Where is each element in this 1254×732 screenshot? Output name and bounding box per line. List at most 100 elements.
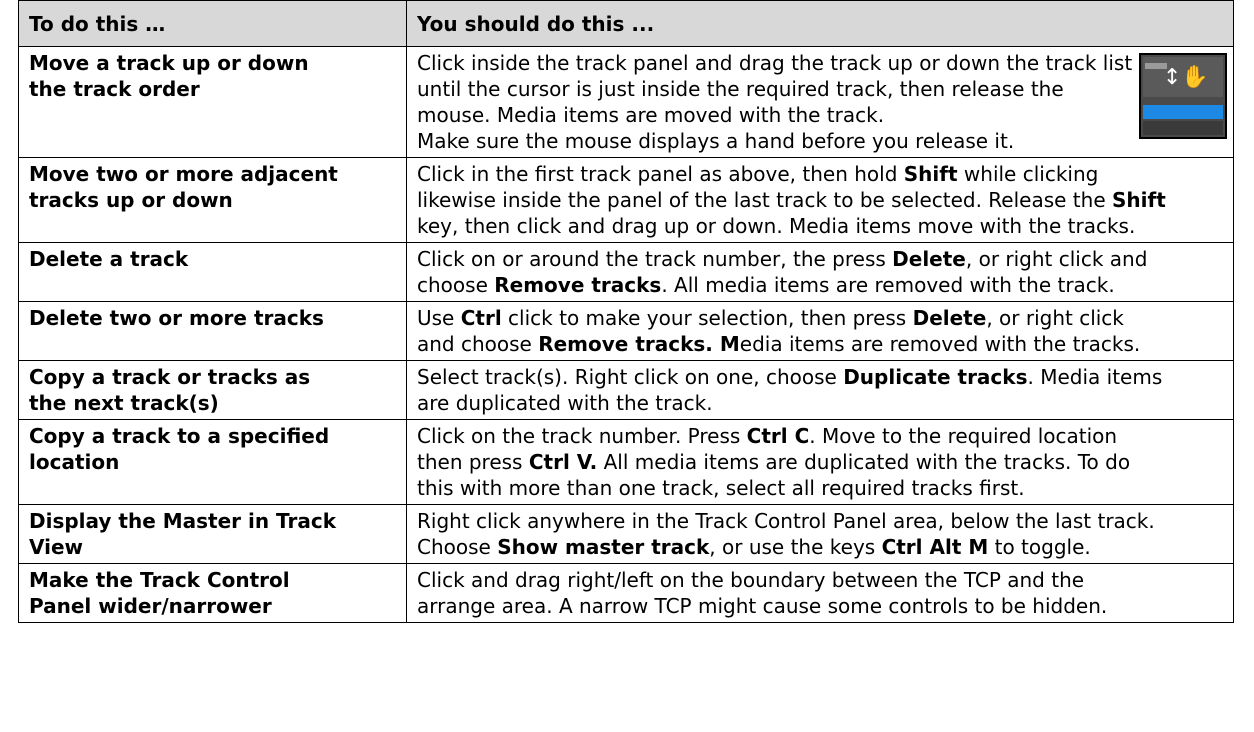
instruction-text: Make sure the mouse displays a hand befo… [417, 129, 1015, 153]
instruction-line: then press Ctrl V. All media items are d… [417, 449, 1227, 475]
instruction-text: Right click anywhere in the Track Contro… [417, 509, 1155, 533]
table-row: Display the Master in Track View Right cli… [18, 504, 1234, 564]
instruction-line: Click on the track number. Press Ctrl C.… [417, 423, 1227, 449]
instruction-keyword: Ctrl Alt M [881, 535, 989, 559]
instruction-line: and choose Remove tracks. Media items ar… [417, 331, 1227, 357]
instruction-line: choose Remove tracks. All media items ar… [417, 272, 1227, 298]
table-row: Copy a track or tracks as the next track(… [18, 360, 1234, 420]
instruction-text: this with more than one track, select al… [417, 476, 1025, 500]
task-text: the next track(s) [29, 391, 219, 415]
task-cell: Make the Track Control Panel wider/narrow… [18, 563, 407, 623]
instruction-text: Click on the track number. Press [417, 424, 747, 448]
instruction-line: Click on or around the track number, the… [417, 246, 1227, 272]
header-col-task: To do this … [18, 0, 407, 47]
instruction-text: Use [417, 306, 461, 330]
instruction-text: Choose [417, 535, 498, 559]
instruction-text: are duplicated with the track. [417, 391, 713, 415]
instruction-cell: Right click anywhere in the Track Contro… [406, 504, 1234, 564]
instruction-text: until the cursor is just inside the requ… [417, 77, 1064, 101]
instruction-text: All media items are duplicated with the … [597, 450, 1131, 474]
instruction-text: Click inside the track panel and drag th… [417, 51, 1133, 75]
instruction-line: this with more than one track, select al… [417, 475, 1227, 501]
instruction-text: edia items are removed with the tracks. [739, 332, 1141, 356]
instruction-line: are duplicated with the track. [417, 390, 1227, 416]
instruction-cell: Click on the track number. Press Ctrl C.… [406, 419, 1234, 505]
instruction-text: likewise inside the panel of the last tr… [417, 188, 1112, 212]
instruction-keyword: Show master track [497, 535, 710, 559]
instruction-keyword: Ctrl C [746, 424, 810, 448]
instruction-text: . Media items [1027, 365, 1163, 389]
instruction-cell: Click and drag right/left on the boundar… [406, 563, 1234, 623]
instruction-line: Click inside the track panel and drag th… [417, 50, 1227, 76]
instruction-cell: Use Ctrl click to make your selection, t… [406, 301, 1234, 361]
instruction-text: Select track(s). Right click on one, cho… [417, 365, 844, 389]
instruction-line: key, then click and drag up or down. Med… [417, 213, 1227, 239]
instruction-line: Choose Show master track, or use the key… [417, 534, 1227, 560]
instruction-keyword: Shift [1112, 188, 1166, 212]
instruction-keyword: Ctrl V. [528, 450, 598, 474]
selected-track-thumb [1143, 105, 1223, 119]
instruction-cell: Click in the first track panel as above,… [406, 157, 1234, 243]
instruction-keyword: Delete [912, 306, 987, 330]
track-row-thumb [1143, 121, 1223, 135]
task-cell: Copy a track to a specified location [18, 419, 407, 505]
task-text: Copy a track to a specified [29, 424, 330, 448]
instruction-line: likewise inside the panel of the last tr… [417, 187, 1227, 213]
instruction-text: while clicking [957, 162, 1099, 186]
task-text: Move two or more adjacent [29, 162, 338, 186]
instruction-keyword: Shift [903, 162, 958, 186]
header-col-instructions: You should do this ... [406, 0, 1234, 47]
instruction-line: arrange area. A narrow TCP might cause s… [417, 593, 1227, 619]
instruction-text: click to make your selection, then press [501, 306, 913, 330]
task-cell: Move a track up or down the track order [18, 46, 407, 158]
task-cell: Move two or more adjacent tracks up or do… [18, 157, 407, 243]
task-text: Make the Track Control [29, 568, 290, 592]
instruction-text: . All media items are removed with the t… [661, 273, 1115, 297]
instruction-line: Select track(s). Right click on one, cho… [417, 364, 1227, 390]
hand-move-cursor-icon: ↕✋ [1139, 53, 1227, 139]
task-text: tracks up or down [29, 188, 233, 212]
instruction-text: choose [417, 273, 495, 297]
instruction-line: Click and drag right/left on the boundar… [417, 567, 1227, 593]
instruction-text: , or right click [986, 306, 1124, 330]
task-cell: Delete a track [18, 242, 407, 302]
instruction-text: Click in the first track panel as above,… [417, 162, 904, 186]
task-text: the track order [29, 77, 200, 101]
instruction-text: . Move to the required location [809, 424, 1118, 448]
instruction-keyword: Remove tracks [494, 273, 662, 297]
instruction-keyword: Ctrl [460, 306, 502, 330]
task-cell: Copy a track or tracks as the next track(… [18, 360, 407, 420]
table-row: Copy a track to a specified location Click… [18, 419, 1234, 505]
instruction-cell: Click inside the track panel and drag th… [406, 46, 1234, 158]
table-row: Delete a track Click on or around the tra… [18, 242, 1234, 302]
instruction-line: mouse. Media items are moved with the tr… [417, 102, 1227, 128]
instruction-line: Use Ctrl click to make your selection, t… [417, 305, 1227, 331]
instruction-text: arrange area. A narrow TCP might cause s… [417, 594, 1108, 618]
task-text: Delete two or more tracks [29, 306, 324, 330]
task-text: Display the Master in Track [29, 509, 337, 533]
instruction-cell: Select track(s). Right click on one, cho… [406, 360, 1234, 420]
instruction-text: and choose [417, 332, 539, 356]
instruction-text: Click on or around the track number, the… [417, 247, 893, 271]
task-text: Copy a track or tracks as [29, 365, 311, 389]
task-cell: Delete two or more tracks [18, 301, 407, 361]
table-header-row: To do this … You should do this ... [18, 0, 1234, 47]
instruction-keyword: Delete [892, 247, 966, 271]
instruction-line: Click in the first track panel as above,… [417, 161, 1227, 187]
instruction-line: until the cursor is just inside the requ… [417, 76, 1227, 102]
task-text: Move a track up or down [29, 51, 309, 75]
instruction-keyword: Duplicate tracks [843, 365, 1028, 389]
task-cell: Display the Master in Track View [18, 504, 407, 564]
instruction-keyword: Remove tracks. M [538, 332, 740, 356]
instruction-text: to toggle. [988, 535, 1091, 559]
task-text: Panel wider/narrower [29, 594, 272, 618]
instruction-cell: Click on or around the track number, the… [406, 242, 1234, 302]
instruction-text: , or right click and [965, 247, 1148, 271]
table-row: Move two or more adjacent tracks up or do… [18, 157, 1234, 243]
instruction-line: Right click anywhere in the Track Contro… [417, 508, 1227, 534]
task-text: View [29, 535, 84, 559]
table-row: Delete two or more tracks Use Ctrl click … [18, 301, 1234, 361]
task-text: Delete a track [29, 247, 189, 271]
hand-cursor-icon: ↕✋ [1163, 65, 1209, 90]
instruction-text: , or use the keys [709, 535, 882, 559]
